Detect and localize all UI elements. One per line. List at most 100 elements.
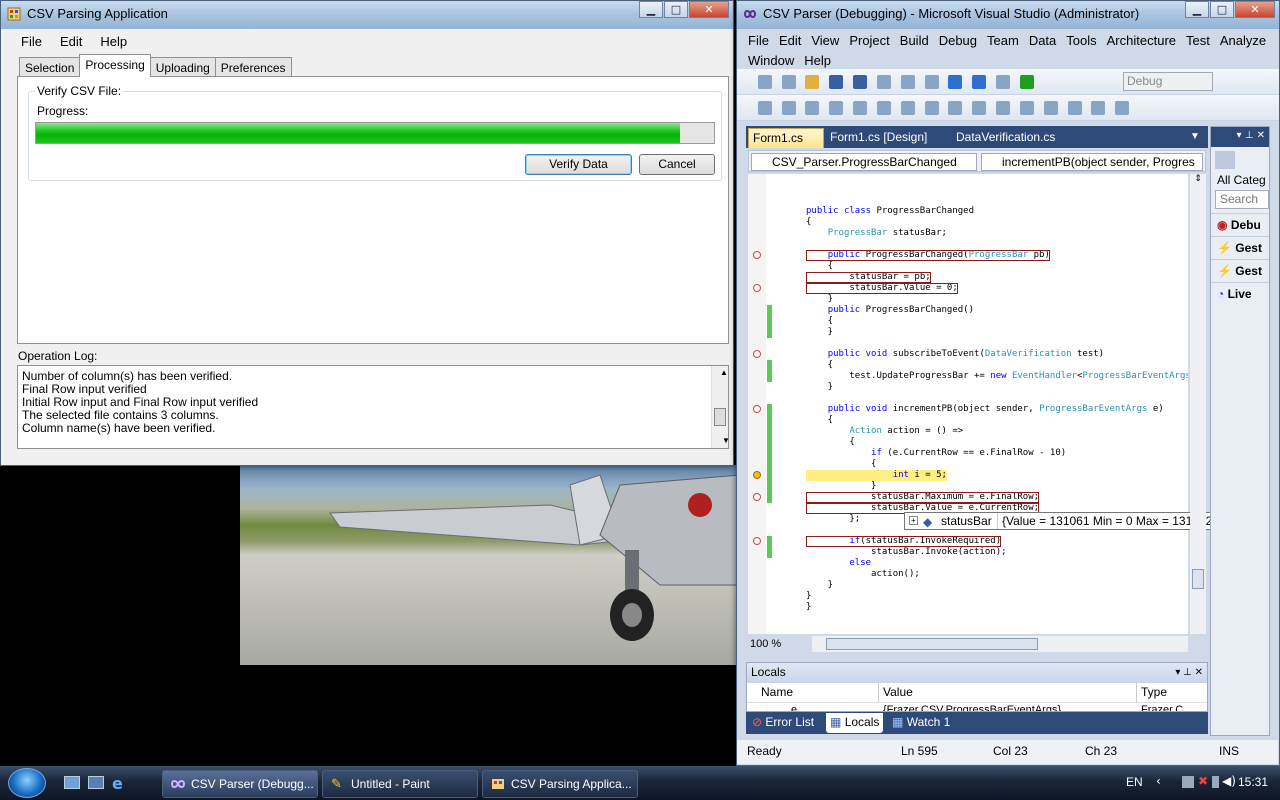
breakpoint-icon[interactable] bbox=[753, 284, 761, 292]
tab-processing[interactable]: Processing bbox=[79, 54, 151, 77]
paste-icon[interactable] bbox=[924, 75, 939, 89]
tab-list-dropdown-icon[interactable]: ▼ bbox=[1186, 128, 1204, 148]
copy-icon[interactable] bbox=[900, 75, 915, 89]
close-button[interactable]: ✕ bbox=[689, 1, 729, 18]
toolbar-icon[interactable] bbox=[876, 101, 891, 115]
tab-locals[interactable]: ▦ Locals bbox=[826, 713, 884, 733]
code-line[interactable]: } bbox=[806, 591, 811, 602]
code-line[interactable]: statusBar.Value = 0; bbox=[806, 283, 958, 294]
code-line[interactable]: else bbox=[806, 558, 871, 569]
code-line[interactable]: if (e.CurrentRow == e.FinalRow - 10) bbox=[806, 448, 1066, 459]
tab-watch-1[interactable]: ▦ Watch 1 bbox=[892, 715, 950, 729]
code-line[interactable]: public class ProgressBarChanged bbox=[806, 206, 974, 217]
navigate-icon[interactable] bbox=[996, 75, 1011, 89]
open-file-icon[interactable] bbox=[805, 75, 820, 89]
undo-icon[interactable] bbox=[948, 75, 963, 89]
toolbox-view-icon[interactable] bbox=[1215, 151, 1235, 169]
bookmark-icon[interactable] bbox=[1091, 101, 1106, 115]
code-line[interactable]: } bbox=[806, 327, 833, 338]
tray-power-icon[interactable] bbox=[1212, 776, 1219, 788]
new-project-icon[interactable] bbox=[757, 75, 772, 89]
maximize-button[interactable]: □ bbox=[664, 1, 688, 18]
taskbar-button-vs[interactable]: CSV Parser (Debugg... bbox=[162, 770, 318, 798]
menu-data[interactable]: Data bbox=[1024, 31, 1061, 51]
menu-build[interactable]: Build bbox=[895, 31, 934, 51]
bookmark-icon[interactable] bbox=[1067, 101, 1082, 115]
tab-preferences[interactable]: Preferences bbox=[214, 57, 292, 77]
debug-datatip[interactable]: + ◆ statusBar {Value = 131061 Min = 0 Ma… bbox=[904, 512, 1222, 530]
scroll-up-icon[interactable]: ▲ bbox=[716, 366, 728, 380]
toolbar-icon[interactable] bbox=[829, 101, 844, 115]
csv-app-titlebar[interactable]: CSV Parsing Application ▁ □ ✕ bbox=[1, 1, 733, 29]
current-statement-icon[interactable] bbox=[753, 471, 761, 479]
comment-icon[interactable] bbox=[972, 101, 987, 115]
tab-dataverification[interactable]: DataVerification.cs bbox=[952, 128, 1059, 148]
code-line[interactable]: } bbox=[806, 580, 833, 591]
member-dropdown[interactable]: incrementPB(object sender, Progres bbox=[981, 153, 1203, 171]
breakpoint-icon[interactable] bbox=[753, 537, 761, 545]
locals-row[interactable]: e {Frazer.CSV.ProgressBarEventArgs} Fraz… bbox=[747, 703, 1207, 711]
code-line[interactable]: action(); bbox=[806, 569, 920, 580]
menu-debug[interactable]: Debug bbox=[934, 31, 982, 51]
switch-windows-icon[interactable] bbox=[88, 776, 104, 789]
tray-network-icon[interactable] bbox=[1182, 776, 1194, 788]
code-line[interactable]: test.UpdateProgressBar += new EventHandl… bbox=[806, 371, 1188, 382]
vs-titlebar[interactable]: CSV Parser (Debugging) - Microsoft Visua… bbox=[737, 1, 1279, 29]
tray-warning-icon[interactable]: ✖ bbox=[1198, 774, 1208, 788]
menu-analyze[interactable]: Analyze bbox=[1215, 31, 1271, 51]
code-line[interactable]: } bbox=[806, 481, 876, 492]
menu-help[interactable]: Help bbox=[92, 32, 137, 51]
code-editor[interactable]: public class ProgressBarChanged{ Progres… bbox=[748, 174, 1188, 634]
tray-expand-icon[interactable]: ‹ bbox=[1156, 774, 1161, 788]
menu-test[interactable]: Test bbox=[1181, 31, 1215, 51]
tab-form1-design[interactable]: Form1.cs [Design] bbox=[826, 128, 931, 148]
language-indicator[interactable]: EN bbox=[1126, 775, 1143, 789]
column-type-header[interactable]: Type bbox=[1137, 683, 1197, 702]
code-line[interactable]: int i = 5; bbox=[806, 470, 947, 481]
code-line[interactable]: statusBar.Maximum = e.FinalRow; bbox=[806, 492, 1040, 503]
code-line[interactable]: } bbox=[806, 602, 811, 613]
menu-edit[interactable]: Edit bbox=[52, 32, 92, 51]
config-dropdown[interactable]: Debug bbox=[1123, 72, 1213, 91]
toolbox-item[interactable]: ◉ Debu bbox=[1211, 213, 1269, 236]
scroll-thumb[interactable] bbox=[1192, 569, 1204, 589]
toolbar-icon[interactable] bbox=[781, 101, 796, 115]
menu-edit[interactable]: Edit bbox=[774, 31, 806, 51]
verify-data-button[interactable]: Verify Data bbox=[525, 154, 632, 175]
menu-file[interactable]: File bbox=[743, 31, 774, 51]
toolbox-search-input[interactable]: Search bbox=[1215, 190, 1269, 209]
scroll-thumb[interactable] bbox=[714, 408, 726, 426]
cut-icon[interactable] bbox=[876, 75, 891, 89]
code-line[interactable]: public void subscribeToEvent(DataVerific… bbox=[806, 349, 1104, 360]
menu-view[interactable]: View bbox=[806, 31, 844, 51]
code-line[interactable]: } bbox=[806, 294, 833, 305]
category-filter[interactable]: All Categ bbox=[1211, 173, 1269, 187]
code-line[interactable]: { bbox=[806, 316, 833, 327]
code-line[interactable]: public ProgressBarChanged(ProgressBar pb… bbox=[806, 250, 1050, 261]
menu-architecture[interactable]: Architecture bbox=[1102, 31, 1181, 51]
menu-window[interactable]: Window bbox=[743, 51, 799, 71]
panel-controls[interactable]: ▾ ⊥ ✕ bbox=[1175, 663, 1203, 682]
start-debug-icon[interactable] bbox=[1019, 75, 1034, 89]
tab-error-list[interactable]: ⊘ Error List bbox=[752, 715, 814, 729]
toolbox-item[interactable]: ⚡ Gest bbox=[1211, 236, 1269, 259]
toolbar-icon[interactable] bbox=[948, 101, 963, 115]
tab-form1-cs[interactable]: Form1.cs ✕ bbox=[748, 128, 824, 163]
cancel-button[interactable]: Cancel bbox=[639, 154, 715, 175]
toolbar-icon[interactable] bbox=[853, 101, 868, 115]
scroll-down-icon[interactable]: ▼ bbox=[716, 434, 732, 448]
save-all-icon[interactable] bbox=[853, 75, 868, 89]
code-line[interactable]: { bbox=[806, 437, 854, 448]
maximize-button[interactable]: □ bbox=[1210, 1, 1234, 18]
taskbar-button-csv-app[interactable]: CSV Parsing Applica... bbox=[482, 770, 638, 798]
menu-file[interactable]: File bbox=[13, 32, 52, 51]
editor-vscrollbar[interactable]: ⇕ bbox=[1190, 174, 1206, 634]
bookmark-icon[interactable] bbox=[1115, 101, 1130, 115]
code-line[interactable]: }; bbox=[806, 514, 860, 525]
code-line[interactable]: public ProgressBarChanged() bbox=[806, 305, 974, 316]
breakpoint-icon[interactable] bbox=[753, 350, 761, 358]
show-desktop-icon[interactable] bbox=[64, 776, 80, 789]
menu-tools[interactable]: Tools bbox=[1061, 31, 1101, 51]
menu-project[interactable]: Project bbox=[844, 31, 894, 51]
code-line[interactable]: { bbox=[806, 459, 876, 470]
